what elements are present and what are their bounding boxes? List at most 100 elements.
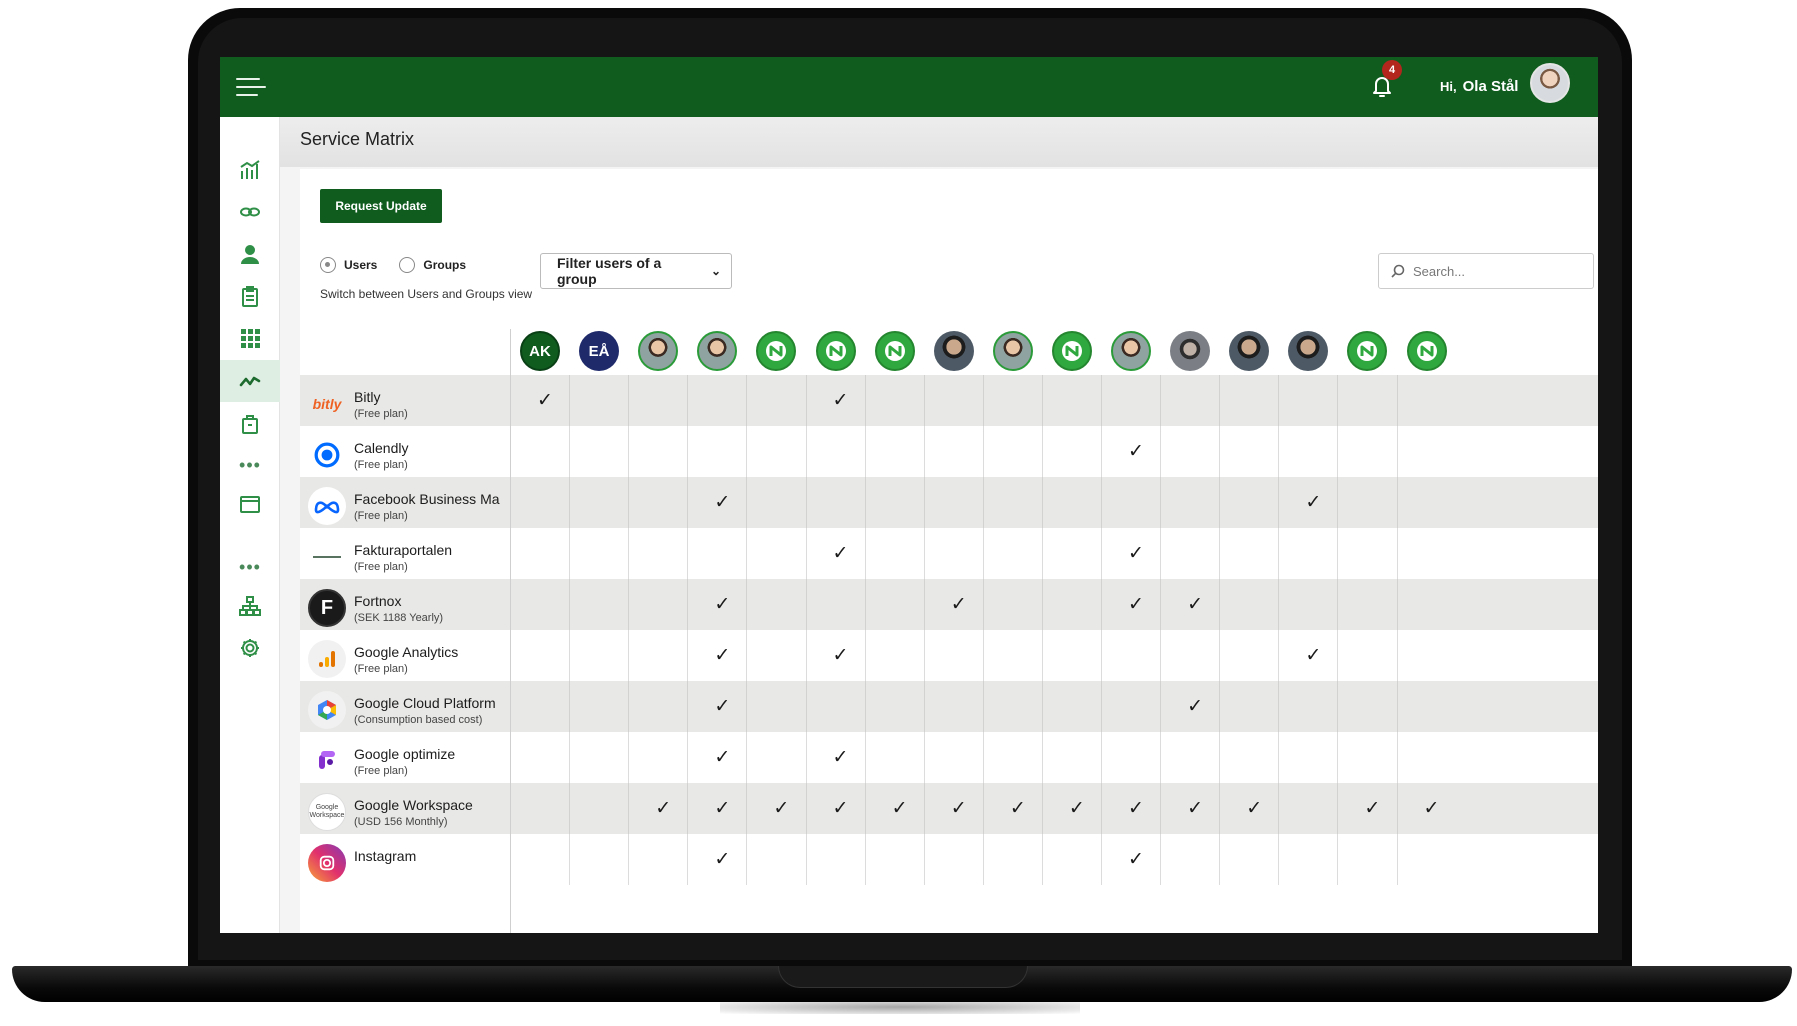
user-initials-avatar[interactable]: EÅ bbox=[579, 331, 620, 371]
check-icon: ✓ bbox=[655, 798, 672, 819]
service-name: Fortnox bbox=[354, 593, 402, 609]
check-icon: ✓ bbox=[1009, 798, 1026, 819]
app-screen: 4 Hi, Ola Stål ••• ••• Service Matrix Re… bbox=[220, 57, 1598, 933]
sidebar-item-users[interactable] bbox=[220, 233, 280, 275]
user-icon bbox=[241, 245, 259, 264]
check-icon: ✓ bbox=[832, 645, 849, 666]
check-icon: ✓ bbox=[1128, 543, 1144, 564]
check-icon: ✓ bbox=[1068, 798, 1085, 819]
user-photo-avatar[interactable] bbox=[697, 331, 738, 371]
matrix-cell[interactable]: ✓ bbox=[1396, 783, 1466, 834]
service-name: Google Workspace bbox=[354, 797, 473, 813]
service-name: Google Analytics bbox=[354, 644, 459, 660]
user-photo-avatar[interactable] bbox=[992, 331, 1033, 371]
request-update-button[interactable]: Request Update bbox=[320, 189, 442, 223]
fortnox-logo-icon: F bbox=[308, 589, 346, 627]
matrix-cell[interactable] bbox=[1396, 477, 1466, 528]
user-logo-avatar[interactable] bbox=[756, 331, 797, 371]
top-bar: 4 Hi, Ola Stål bbox=[220, 57, 1598, 117]
user-photo-avatar[interactable] bbox=[1288, 331, 1329, 371]
service-plan: (SEK 1188 Yearly) bbox=[354, 612, 444, 624]
org-chart-icon bbox=[239, 596, 261, 616]
search-field[interactable] bbox=[1378, 253, 1594, 289]
matrix-divider bbox=[510, 329, 511, 933]
matrix-cell[interactable] bbox=[1396, 681, 1466, 732]
meta-logo-icon bbox=[308, 487, 346, 525]
user-avatar-row: AK EÅ bbox=[510, 329, 1598, 375]
switch-view-hint: Switch between Users and Groups view bbox=[320, 287, 533, 301]
user-photo-avatar[interactable] bbox=[933, 331, 974, 371]
sidebar-item-dashboard[interactable] bbox=[220, 149, 280, 191]
sidebar-item-browser[interactable] bbox=[220, 483, 280, 525]
calendly-logo-icon bbox=[308, 436, 346, 474]
filter-group-select[interactable]: Filter users of a group ⌄ bbox=[540, 253, 732, 289]
check-icon: ✓ bbox=[714, 594, 731, 615]
user-logo-avatar[interactable] bbox=[1406, 331, 1447, 371]
check-icon: ✓ bbox=[1128, 798, 1144, 819]
gear-icon bbox=[241, 639, 259, 657]
user-greeting: Hi, Ola Stål bbox=[1440, 78, 1518, 95]
user-photo-avatar[interactable] bbox=[1111, 331, 1151, 371]
search-input[interactable] bbox=[1413, 263, 1573, 279]
page-header-band bbox=[280, 117, 1598, 167]
matrix-cell[interactable] bbox=[1396, 732, 1466, 783]
clipboard-icon bbox=[242, 286, 258, 307]
check-icon: ✓ bbox=[1423, 798, 1440, 819]
service-row: F Fortnox (SEK 1188 Yearly) ✓ ✓ ✓ ✓ bbox=[300, 579, 1598, 630]
service-plan: (Free plan) bbox=[354, 408, 408, 420]
check-icon: ✓ bbox=[537, 390, 553, 411]
radio-users[interactable] bbox=[320, 257, 336, 273]
user-initials-avatar[interactable]: AK bbox=[520, 331, 560, 371]
service-plan: (Free plan) bbox=[354, 663, 408, 675]
user-logo-avatar[interactable] bbox=[874, 331, 915, 371]
sidebar-item-reports[interactable] bbox=[220, 275, 280, 317]
check-icon: ✓ bbox=[714, 645, 731, 666]
chevron-down-icon: ⌄ bbox=[710, 264, 721, 278]
service-plan: (Consumption based cost) bbox=[354, 714, 483, 726]
radio-groups-label: Groups bbox=[423, 258, 467, 272]
user-logo-avatar[interactable] bbox=[1347, 331, 1388, 371]
matrix-cell[interactable] bbox=[1396, 834, 1466, 885]
sidebar-item-settings[interactable] bbox=[220, 627, 280, 669]
service-name: Fakturaportalen bbox=[354, 542, 453, 558]
matrix-cell[interactable] bbox=[1396, 630, 1466, 681]
laptop-notch bbox=[778, 966, 1028, 988]
link-chain-icon bbox=[240, 207, 260, 217]
service-row: Fakturaportalen (Free plan) ✓ ✓ bbox=[300, 528, 1598, 579]
service-name: Google optimize bbox=[354, 746, 456, 762]
check-icon: ✓ bbox=[714, 696, 731, 717]
service-name: Bitly bbox=[354, 389, 381, 405]
user-avatar[interactable] bbox=[1530, 63, 1570, 103]
user-logo-avatar[interactable] bbox=[1051, 331, 1092, 371]
matrix-cell[interactable] bbox=[1396, 528, 1466, 579]
check-icon: ✓ bbox=[950, 594, 967, 615]
sidebar-item-integrations[interactable] bbox=[220, 191, 280, 233]
user-logo-avatar[interactable] bbox=[815, 331, 856, 371]
check-icon: ✓ bbox=[832, 390, 849, 411]
user-photo-avatar[interactable] bbox=[638, 331, 679, 371]
sidebar-item-organization[interactable] bbox=[220, 585, 280, 627]
user-photo-avatar[interactable] bbox=[1229, 331, 1270, 371]
sidebar-item-apps[interactable] bbox=[220, 317, 280, 359]
page-title: Service Matrix bbox=[300, 129, 415, 149]
instagram-logo-icon bbox=[308, 844, 346, 882]
user-photo-avatar[interactable] bbox=[1170, 331, 1211, 371]
check-icon: ✓ bbox=[832, 543, 849, 564]
matrix-cell[interactable] bbox=[1396, 426, 1466, 477]
radio-users-label: Users bbox=[344, 258, 378, 272]
matrix-cell[interactable] bbox=[1396, 375, 1466, 426]
laptop-shadow bbox=[720, 1000, 1080, 1014]
check-icon: ✓ bbox=[714, 798, 731, 819]
view-toggle: Users Groups bbox=[320, 257, 466, 273]
service-plan: (Free plan) bbox=[354, 561, 408, 573]
box-icon bbox=[242, 415, 258, 434]
sidebar-item-service-matrix[interactable] bbox=[220, 360, 280, 402]
service-name: Google Cloud Platform bbox=[354, 695, 496, 711]
radio-groups[interactable] bbox=[399, 257, 416, 273]
sidebar-item-inventory[interactable] bbox=[220, 403, 280, 445]
check-icon: ✓ bbox=[1305, 645, 1322, 666]
service-name: Instagram bbox=[354, 848, 417, 864]
sidebar-separator-dots: ••• bbox=[239, 455, 261, 475]
matrix-cell[interactable] bbox=[1396, 579, 1466, 630]
hamburger-menu-icon[interactable] bbox=[236, 75, 266, 99]
